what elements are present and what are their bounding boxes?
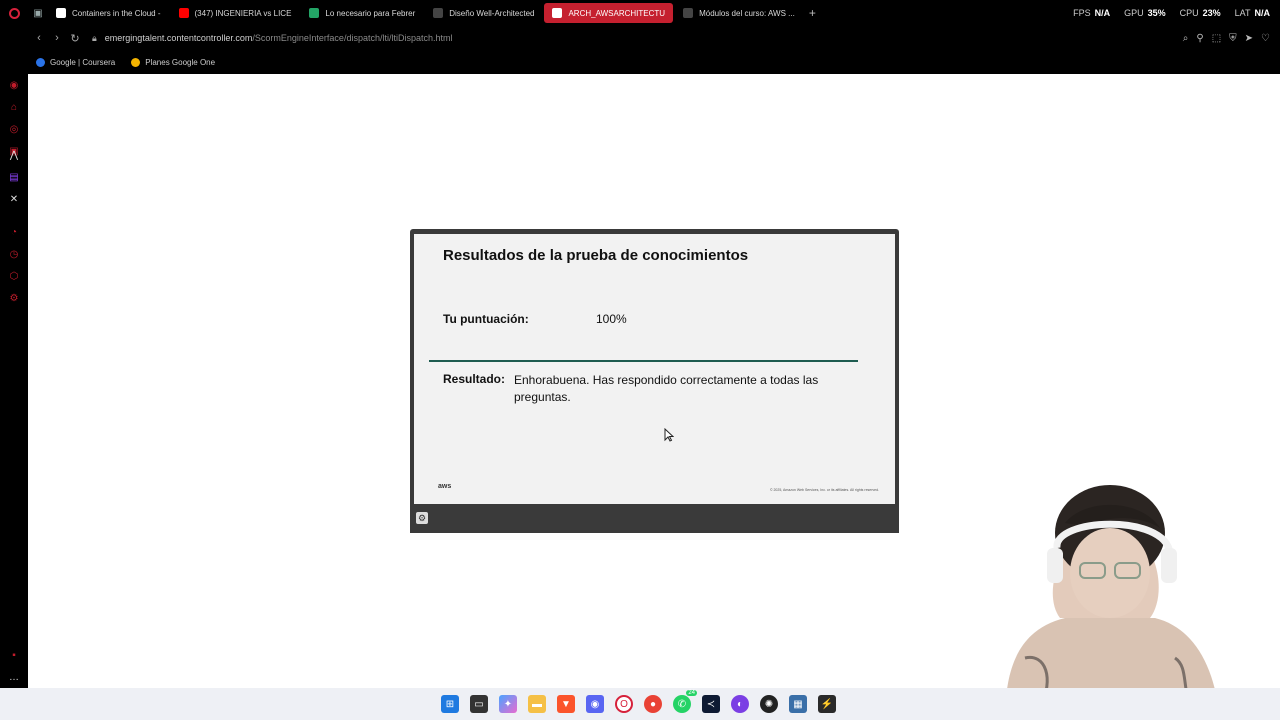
page-icon — [552, 8, 563, 18]
score-value: 100% — [596, 312, 627, 326]
coursera-icon — [36, 57, 45, 67]
fps-readout: FPS N/A — [1073, 8, 1111, 18]
tab-label: (347) INGENIERIA vs LICE — [194, 8, 292, 18]
aws-logo: aws — [438, 483, 452, 490]
messenger-icon[interactable]: ◎ — [8, 124, 20, 136]
whatsapp-icon[interactable]: ✆ 24 — [673, 690, 697, 713]
twitch-icon[interactable]: ▤ — [8, 172, 20, 184]
explorer-icon[interactable]: ▬ — [528, 695, 546, 713]
taskbar-icons: ⊞ ▭ ✦ ▬ ▼ ◉ O ● ✆ 24 ≺ ◐ ✺ ▦ ⚡ — [441, 690, 836, 713]
gpu-readout: GPU 35% — [1124, 8, 1166, 18]
lat-readout: LAT N/A — [1234, 8, 1270, 18]
address-bar: ‹ › ↻ 🔒︎ emergingtalent.contentcontrolle… — [0, 26, 1280, 50]
discord-icon[interactable]: ◉ — [586, 695, 604, 713]
tab-sheets[interactable]: Lo necesario para Febrer — [301, 3, 423, 23]
tab-youtube[interactable]: (347) INGENIERIA vs LICE — [171, 3, 300, 23]
tab-arch-aws[interactable]: ARCH_AWSARCHITECTU — [544, 3, 674, 23]
reload-icon[interactable]: ↻ — [66, 32, 84, 45]
pin-icon[interactable]: ⚲ — [1196, 33, 1203, 44]
google-one-icon — [131, 57, 141, 67]
bookmarks-bar: Google | Coursera Planes Google One — [0, 50, 1280, 74]
heart-icon[interactable]: ♡ — [1261, 33, 1270, 44]
tab-label: ARCH_AWSARCHITECTU — [568, 8, 666, 18]
davinci-icon[interactable]: ✺ — [760, 695, 778, 713]
send-icon[interactable]: ➤ — [1245, 33, 1253, 44]
bookmark-label: Planes Google One — [145, 57, 216, 67]
result-text: Enhorabuena. Has respondido correctament… — [514, 373, 819, 404]
copilot-icon[interactable]: ✦ — [499, 695, 517, 713]
whatsapp-badge: 24 — [686, 690, 697, 696]
brave-icon[interactable]: ▼ — [557, 695, 575, 713]
bookmark-coursera[interactable]: Google | Coursera — [36, 57, 116, 67]
aria-logo-icon[interactable]: ⋀ — [8, 150, 20, 162]
divider — [429, 360, 858, 362]
back-icon[interactable]: ‹ — [30, 32, 48, 44]
gx-control-icon[interactable]: ◉ — [8, 80, 20, 92]
zoom-icon[interactable]: ⌕ — [1183, 33, 1189, 44]
score-label: Tu puntuación: — [443, 312, 529, 326]
doc-icon — [683, 8, 694, 18]
lock-icon[interactable]: 🔒︎ — [92, 33, 97, 44]
settings-icon[interactable]: ⚙ — [8, 293, 20, 305]
google-icon — [56, 8, 66, 18]
url-field[interactable]: emergingtalent.contentcontroller.com/Sco… — [105, 33, 453, 43]
shield-icon[interactable]: ⛨ — [1229, 33, 1237, 44]
tab-containers[interactable]: Containers in the Cloud - — [48, 3, 169, 23]
chrome-icon[interactable]: ● — [644, 695, 662, 713]
more-icon[interactable]: … — [8, 672, 20, 684]
windows-taskbar: ⊞ ▭ ✦ ▬ ▼ ◉ O ● ✆ 24 ≺ ◐ ✺ ▦ ⚡ — [0, 688, 1280, 720]
bookmark-label: Google | Coursera — [50, 57, 116, 67]
gx-icon[interactable]: ▪ — [8, 650, 20, 662]
copyright-text: © 2025, Amazon Web Services, Inc. or its… — [769, 488, 879, 492]
doc-icon — [433, 8, 444, 18]
player-toolbar: ⚙ — [410, 504, 899, 533]
opera-sidebar: ◉ ⌂ ◎ ▣ ⋀ ▤ ✕ ◔ ◷ ⬡ ⚙ ▪ … — [0, 74, 28, 688]
bookmark-google-one[interactable]: Planes Google One — [131, 57, 216, 67]
scorm-player: Resultados de la prueba de conocimientos… — [410, 229, 899, 533]
snapshot-icon[interactable]: ⬚ — [1212, 33, 1221, 44]
clock-icon[interactable]: ◷ — [8, 249, 20, 261]
tab-bar: ▣ Containers in the Cloud - (347) INGENI… — [0, 0, 1280, 26]
forward-icon[interactable]: › — [48, 32, 66, 44]
hardware-monitor: FPS N/A GPU 35% CPU 23% LAT N/A — [1073, 0, 1270, 26]
mouse-cursor-icon — [664, 428, 674, 442]
vscode-icon[interactable]: ≺ — [702, 695, 720, 713]
youtube-icon — [178, 8, 189, 18]
tab-label: Diseño Well-Architected — [449, 8, 535, 18]
result-label: Resultado: — [443, 372, 506, 386]
tab-label: Containers in the Cloud - — [72, 8, 161, 18]
tab-label: Lo necesario para Febrer — [325, 8, 416, 18]
results-slide: Resultados de la prueba de conocimientos… — [414, 234, 895, 504]
windows-icon[interactable]: ⊞ — [441, 695, 459, 713]
player-settings-button[interactable]: ⚙ — [416, 512, 428, 524]
address-actions: ⌕ ⚲ ⬚ ⛨ ➤ ♡ — [1183, 26, 1270, 50]
calculator-icon[interactable]: ▦ — [789, 695, 807, 713]
webcam-overlay — [1005, 485, 1220, 720]
sheets-icon — [309, 8, 320, 18]
x-icon[interactable]: ✕ — [8, 194, 20, 206]
podcast-icon[interactable]: ◐ — [731, 695, 749, 713]
slide-title: Resultados de la prueba de conocimientos — [443, 247, 749, 264]
gx-corner-icon[interactable]: ⌂ — [8, 102, 20, 114]
tab-modulos[interactable]: Módulos del curso: AWS ... — [675, 3, 803, 23]
opera-logo-icon[interactable] — [0, 0, 28, 26]
taskview-icon[interactable]: ▭ — [470, 695, 488, 713]
tab-label: Módulos del curso: AWS ... — [699, 8, 795, 18]
new-tab-button[interactable]: + — [809, 6, 816, 20]
tab-well-architected[interactable]: Diseño Well-Architected — [425, 3, 542, 23]
opera-gx-icon[interactable]: O — [615, 695, 633, 713]
history-icon[interactable]: ◔ — [8, 227, 20, 239]
tab-menu-icon[interactable]: ▣ — [28, 8, 48, 19]
terminal-icon[interactable]: ⚡ — [818, 695, 836, 713]
extensions-icon[interactable]: ⬡ — [8, 271, 20, 283]
cpu-readout: CPU 23% — [1179, 8, 1221, 18]
